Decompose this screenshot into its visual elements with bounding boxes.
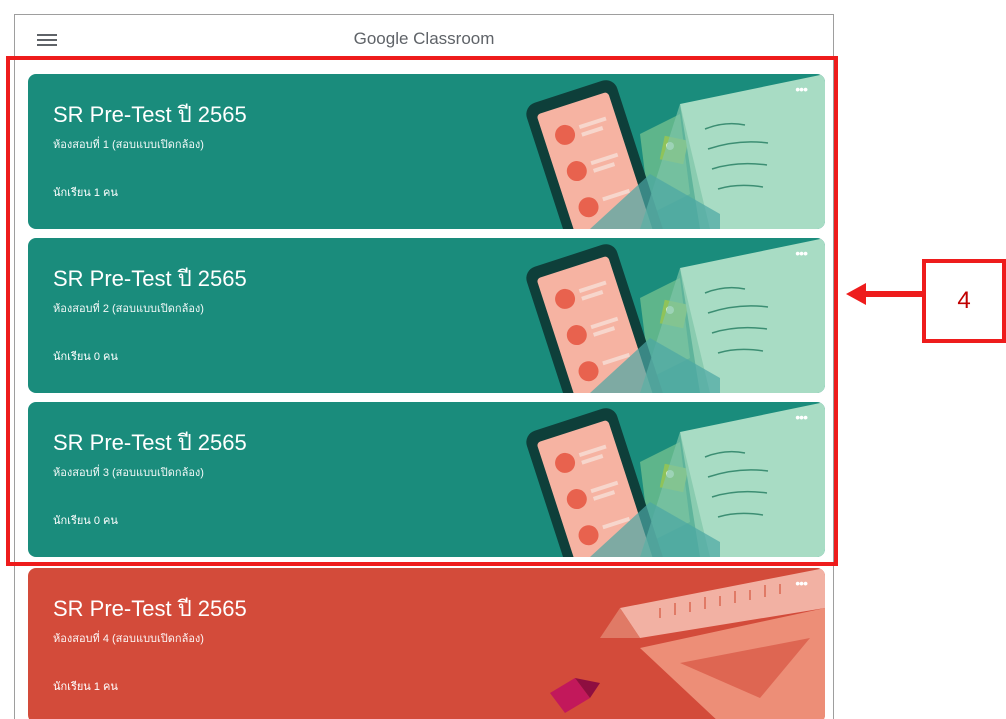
annotation-arrow-icon <box>846 283 922 305</box>
class-banner-illustration <box>550 568 825 719</box>
class-card[interactable]: SR Pre-Test ปี 2565 ห้องสอบที่ 4 (สอบแบบ… <box>28 568 825 719</box>
annotation-highlight-box <box>6 56 838 566</box>
student-count: นักเรียน 1 คน <box>53 681 118 693</box>
more-options-icon[interactable]: ••• <box>795 576 808 590</box>
class-title: SR Pre-Test ปี 2565 <box>53 596 247 621</box>
class-section: ห้องสอบที่ 4 (สอบแบบเปิดกล้อง) <box>53 633 204 645</box>
annotation-label: 4 <box>957 287 971 314</box>
app-title: Google Classroom <box>353 29 495 48</box>
annotation-callout: 4 <box>922 259 1006 343</box>
